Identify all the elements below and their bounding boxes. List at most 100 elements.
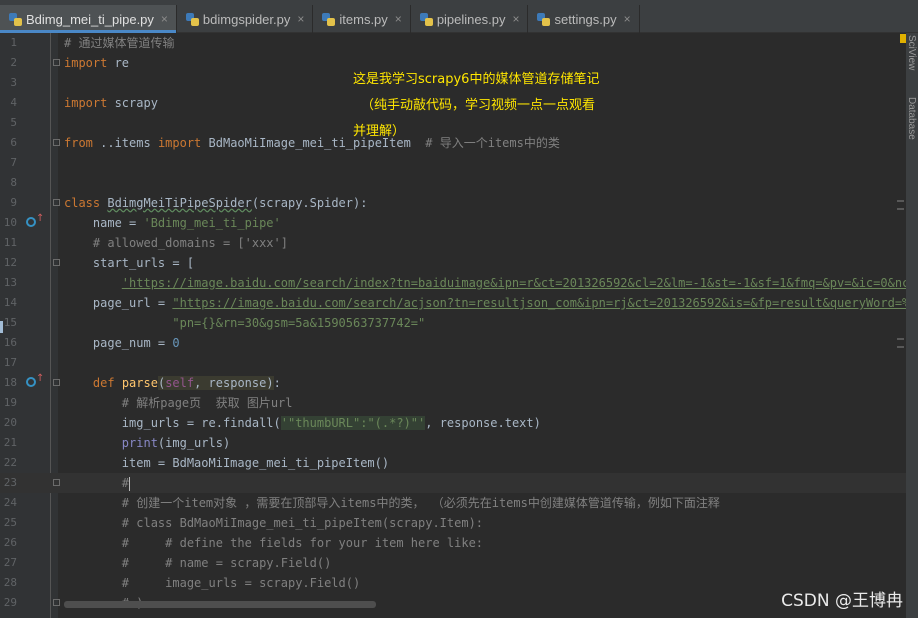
call-args: , response.text) [425, 416, 541, 430]
close-icon[interactable]: × [395, 12, 402, 26]
keyword: import [64, 96, 108, 110]
tab-label: settings.py [554, 11, 617, 27]
code-editor[interactable]: 1 # 通过媒体管道传输 2 import re 3 4 import scra… [0, 33, 906, 618]
keyword: def [92, 376, 115, 390]
tab-bdimg-mei-ti-pipe[interactable]: Bdimg_mei_ti_pipe.py × [0, 5, 177, 33]
tab-items[interactable]: items.py × [313, 5, 411, 33]
line-number: 5 [10, 116, 17, 129]
warning-stripe-marker[interactable] [900, 34, 906, 43]
override-icon[interactable]: ↑ [26, 213, 44, 228]
code-line: 1 # 通过媒体管道传输 [0, 33, 906, 53]
assignment: page_num = [64, 336, 173, 350]
assignment: img_urls = re.findall( [121, 416, 281, 430]
error-stripe-marker[interactable] [897, 208, 904, 210]
close-icon[interactable]: × [161, 12, 168, 26]
string-literal: "pn={}&rn=30&gsm=5a&1590563737742=" [172, 316, 426, 330]
comment: # image_urls = scrapy.Field() [121, 576, 361, 590]
close-icon[interactable]: × [512, 12, 519, 26]
fold-marker[interactable] [53, 259, 60, 266]
class-name: BdimgMeiTiPipeSpider [107, 196, 252, 210]
tab-label: pipelines.py [436, 11, 506, 27]
code-line: 6 from ..items import BdMaoMiImage_mei_t… [0, 133, 906, 153]
assignment: item = BdMaoMiImage_mei_ti_pipeItem() [121, 456, 390, 470]
tab-label: items.py [339, 11, 388, 27]
line-number: 29 [3, 596, 17, 609]
line-number: 6 [10, 136, 17, 149]
line-number: 28 [3, 576, 17, 589]
left-edge-marker [0, 321, 3, 333]
fold-marker[interactable] [53, 139, 60, 146]
string-literal: 'Bdimg_mei_ti_pipe' [143, 216, 281, 230]
current-code-line: 23 # [0, 473, 906, 493]
code-line: 24 # 创建一个item对象 ，需要在顶部导入items中的类， （必须先在i… [0, 493, 906, 513]
code-line: 25 # class BdMaoMiImage_mei_ti_pipeItem(… [0, 513, 906, 533]
line-number: 24 [3, 496, 17, 509]
regex-string: '"thumbURL":"(.*?)"' [280, 416, 426, 430]
python-file-icon [185, 12, 199, 26]
comment: # 解析page页 获取 图片url [121, 396, 293, 410]
comment: # 导入一个items中的类 [425, 136, 560, 150]
line-number: 13 [3, 276, 17, 289]
comment: # allowed_domains = ['xxx'] [64, 236, 288, 250]
right-tool-strip: SciView Database [906, 33, 918, 618]
python-file-icon [9, 12, 22, 26]
line-number: 3 [10, 76, 17, 89]
code-line: 17 [0, 353, 906, 373]
comment: # 创建一个item对象 ，需要在顶部导入items中的类， （必须先在item… [121, 496, 720, 510]
module-name: scrapy [107, 96, 158, 110]
code-line: 27 # # name = scrapy.Field() [0, 553, 906, 573]
tab-label: Bdimg_mei_ti_pipe.py [26, 11, 154, 27]
code-line: 5 [0, 113, 906, 133]
assignment: start_urls = [ [64, 256, 195, 270]
line-number: 16 [3, 336, 17, 349]
line-number: 1 [10, 36, 17, 49]
line-number: 2 [10, 56, 17, 69]
sciview-tool-button[interactable]: SciView [906, 35, 917, 70]
code-line: 28 # image_urls = scrapy.Field() [0, 573, 906, 593]
fold-marker[interactable] [53, 379, 60, 386]
line-number: 25 [3, 516, 17, 529]
comment: # [121, 476, 130, 490]
code-line: 10 ↑ name = 'Bdimg_mei_ti_pipe' [0, 213, 906, 233]
keyword: import [64, 56, 108, 70]
text-cursor [129, 476, 131, 491]
code-line: 16 page_num = 0 [0, 333, 906, 353]
url-string: 'https://image.baidu.com/search/index?tn… [121, 276, 906, 290]
builtin-function: print [121, 436, 158, 450]
python-file-icon [419, 12, 433, 26]
annotation-line-2: （纯手动敲代码，学习视频一点一点观看 [361, 98, 596, 113]
comment: # # define the fields for your item here… [121, 536, 484, 550]
tab-label: bdimgspider.py [202, 11, 291, 27]
assignment: name = [64, 216, 144, 230]
line-number: 4 [10, 96, 17, 109]
code-line: 18 ↑ def parse(self, response): [0, 373, 906, 393]
code-line: 9 class BdimgMeiTiPipeSpider(scrapy.Spid… [0, 193, 906, 213]
fold-marker[interactable] [53, 599, 60, 606]
database-tool-button[interactable]: Database [906, 97, 917, 140]
code-line: 20 img_urls = re.findall('"thumbURL":"(.… [0, 413, 906, 433]
fold-marker[interactable] [53, 479, 60, 486]
comment: # 通过媒体管道传输 [64, 36, 175, 50]
python-file-icon [322, 12, 336, 26]
line-number: 10 [3, 216, 17, 229]
error-stripe-marker[interactable] [897, 338, 904, 340]
function-name: parse [121, 376, 158, 390]
override-icon[interactable]: ↑ [26, 373, 44, 388]
line-number: 14 [3, 296, 17, 309]
tab-settings[interactable]: settings.py × [528, 5, 640, 33]
horizontal-scrollbar[interactable] [64, 601, 376, 608]
close-icon[interactable]: × [624, 12, 631, 26]
module-name: re [107, 56, 130, 70]
error-stripe-marker[interactable] [897, 200, 904, 202]
keyword: from [64, 136, 93, 150]
fold-marker[interactable] [53, 199, 60, 206]
error-stripe-marker[interactable] [897, 346, 904, 348]
tab-bdimgspider[interactable]: bdimgspider.py × [177, 5, 314, 33]
call-args: (img_urls) [157, 436, 231, 450]
tab-pipelines[interactable]: pipelines.py × [411, 5, 529, 33]
line-number: 18 [3, 376, 17, 389]
code-line: 14 page_url = "https://image.baidu.com/s… [0, 293, 906, 313]
line-number: 9 [10, 196, 17, 209]
fold-marker[interactable] [53, 59, 60, 66]
close-icon[interactable]: × [297, 12, 304, 26]
